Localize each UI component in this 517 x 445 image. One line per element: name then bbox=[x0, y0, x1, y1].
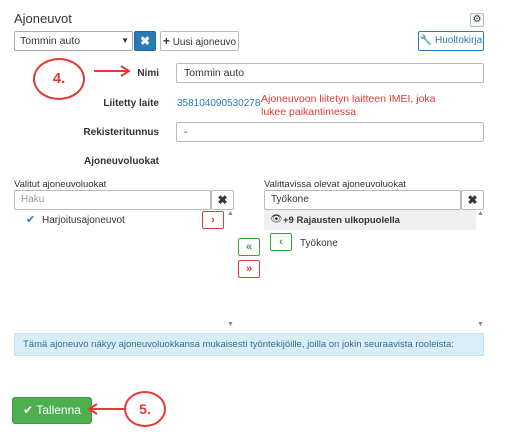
available-classes-header: Valittavissa olevat ajoneuvoluokat bbox=[264, 179, 406, 190]
name-label: Nimi bbox=[137, 68, 159, 79]
available-clear-button[interactable]: ✖ bbox=[461, 190, 484, 210]
list-item-label: Harjoitusajoneuvot bbox=[42, 215, 125, 226]
selected-search-input[interactable]: Haku bbox=[14, 190, 211, 210]
name-input[interactable]: Tommin auto bbox=[176, 63, 484, 83]
gear-icon: ⚙ bbox=[472, 14, 482, 25]
vehicle-select[interactable]: Tommin auto ▼ bbox=[14, 31, 133, 51]
chevron-left-icon: ‹ bbox=[279, 236, 283, 248]
imei-annotation: Ajoneuvoon liitetyn laitteen IMEI, joka … bbox=[261, 93, 436, 118]
save-label: Tallenna bbox=[36, 403, 81, 417]
move-all-right-button[interactable]: » bbox=[238, 260, 260, 278]
save-button[interactable]: ✔ Tallenna bbox=[12, 397, 92, 424]
new-vehicle-button[interactable]: + Uusi ajoneuvo bbox=[160, 31, 239, 51]
double-chevron-left-icon: « bbox=[245, 241, 253, 253]
selected-clear-button[interactable]: ✖ bbox=[211, 190, 234, 210]
chevron-down-icon: ▼ bbox=[121, 36, 129, 45]
scroll-up-icon[interactable]: ▲ bbox=[477, 210, 484, 217]
close-icon: ✖ bbox=[139, 34, 151, 48]
settings-button[interactable]: ⚙ bbox=[470, 13, 484, 27]
page-title: Ajoneuvot bbox=[14, 11, 72, 26]
available-list: 👁 +9 Rajausten ulkopuolella ‹ Työkone ▲ … bbox=[264, 210, 484, 330]
double-chevron-right-icon: » bbox=[245, 263, 253, 275]
check-icon: ✔ bbox=[26, 214, 36, 226]
classes-heading: Ajoneuvoluokat bbox=[83, 156, 159, 167]
list-item[interactable]: ✔ Harjoitusajoneuvot bbox=[14, 210, 226, 230]
device-label: Liitetty laite bbox=[103, 98, 159, 109]
close-icon: ✖ bbox=[467, 193, 478, 207]
regnum-label: Rekisteritunnus bbox=[83, 127, 159, 138]
logbook-button[interactable]: 🔧 Huoltokirja bbox=[418, 31, 484, 51]
wrench-icon: 🔧 bbox=[419, 35, 433, 46]
remove-vehicle-button[interactable]: ✖ bbox=[134, 31, 156, 51]
remove-class-button[interactable]: › bbox=[202, 211, 224, 229]
arrow-left-icon bbox=[87, 403, 124, 415]
selected-classes-header: Valitut ajoneuvoluokat bbox=[14, 179, 107, 190]
available-scrollbar[interactable]: ▲ ▼ bbox=[477, 210, 484, 330]
plus-icon: + bbox=[162, 34, 170, 48]
filtered-text: +9 Rajausten ulkopuolella bbox=[283, 215, 400, 226]
info-alert: Tämä ajoneuvo näkyy ajoneuvoluokkansa mu… bbox=[14, 333, 484, 356]
eye-slash-icon: 👁 bbox=[270, 214, 283, 225]
scroll-down-icon[interactable]: ▼ bbox=[227, 321, 234, 328]
close-icon: ✖ bbox=[217, 193, 228, 207]
scroll-up-icon[interactable]: ▲ bbox=[227, 210, 234, 217]
check-icon: ✔ bbox=[23, 403, 34, 417]
step-5-marker: 5. bbox=[124, 391, 166, 427]
move-all-left-button[interactable]: « bbox=[238, 238, 260, 256]
list-item-label: Työkone bbox=[300, 238, 338, 249]
device-link[interactable]: 358104090530278 bbox=[177, 98, 260, 109]
regnum-input[interactable]: - bbox=[176, 122, 484, 142]
chevron-right-icon: › bbox=[211, 214, 215, 226]
add-class-button[interactable]: ‹ bbox=[270, 233, 292, 251]
new-vehicle-label: Uusi ajoneuvo bbox=[172, 37, 237, 48]
vehicle-select-value: Tommin auto bbox=[20, 35, 81, 47]
available-search-input[interactable]: Työkone bbox=[264, 190, 461, 210]
logbook-label: Huoltokirja bbox=[434, 35, 483, 46]
step-4-marker: 4. bbox=[33, 58, 85, 100]
selected-scrollbar[interactable]: ▲ ▼ bbox=[227, 210, 234, 330]
selected-list: ✔ Harjoitusajoneuvot › ▲ ▼ bbox=[14, 210, 234, 330]
scroll-down-icon[interactable]: ▼ bbox=[477, 321, 484, 328]
filtered-row: 👁 +9 Rajausten ulkopuolella bbox=[264, 210, 476, 230]
